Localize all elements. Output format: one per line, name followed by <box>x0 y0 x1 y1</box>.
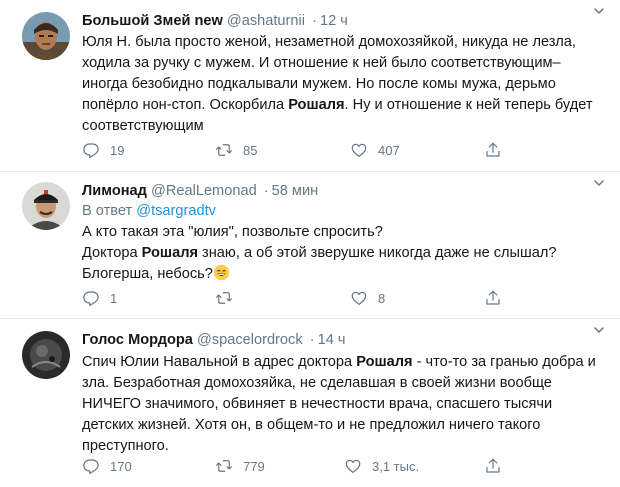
like-count: 3,1 тыс. <box>372 458 420 474</box>
like-icon <box>345 459 361 473</box>
caret-down-icon[interactable] <box>592 323 606 337</box>
share-button[interactable] <box>484 140 512 160</box>
grinning-emoji-icon <box>213 264 230 281</box>
like-count: 8 <box>378 290 386 306</box>
reply-icon <box>83 459 99 475</box>
tweet-text: Юля Н. была просто женой, незаметной дом… <box>82 34 593 134</box>
display-name[interactable]: Голос Мордора <box>82 332 193 348</box>
reply-button[interactable]: 19 <box>82 140 124 160</box>
like-button[interactable]: 3,1 тыс. <box>344 456 419 476</box>
separator-dot: · <box>309 332 315 348</box>
separator-dot: · <box>312 13 317 29</box>
retweet-icon <box>215 460 233 472</box>
avatar[interactable] <box>22 12 70 60</box>
share-button[interactable] <box>484 456 512 476</box>
caret-down-icon[interactable] <box>592 176 606 190</box>
display-name[interactable]: Большой Змей new <box>82 13 223 29</box>
reply-context: В ответ @tsargradtv <box>82 203 216 219</box>
share-icon <box>486 458 500 473</box>
reply-count: 170 <box>110 458 132 474</box>
timestamp[interactable]: 58 мин <box>272 183 319 199</box>
reply-to-link[interactable]: @tsargradtv <box>136 203 216 219</box>
retweet-icon <box>215 292 233 304</box>
tweet[interactable]: Голос Мордора @spacelordrock · 14 ч Спич … <box>0 319 620 487</box>
reply-icon <box>83 291 99 307</box>
tweet-text: А кто такая эта "юлия", позвольте спроси… <box>82 224 557 282</box>
like-count: 407 <box>378 142 400 158</box>
like-icon <box>351 143 367 157</box>
tweet[interactable]: Лимонад @RealLemonad · 58 мин В ответ @ts… <box>0 172 620 319</box>
timestamp[interactable]: 14 ч <box>318 332 346 348</box>
separator-dot: · <box>263 183 269 199</box>
share-button[interactable] <box>484 288 512 308</box>
retweet-icon <box>215 144 233 156</box>
caret-down-icon[interactable] <box>592 4 606 18</box>
share-icon <box>486 142 500 157</box>
reply-count: 1 <box>110 290 118 306</box>
reply-button[interactable]: 170 <box>82 456 132 476</box>
reply-button[interactable]: 1 <box>82 288 117 308</box>
display-name[interactable]: Лимонад <box>82 183 147 199</box>
reply-icon <box>83 143 99 159</box>
reply-count: 19 <box>110 142 125 158</box>
retweet-button[interactable]: 779 <box>215 456 265 476</box>
avatar[interactable] <box>22 331 70 379</box>
tweet[interactable]: Большой Змей new @ashaturnii · 12 ч Юля Н… <box>0 0 620 172</box>
tweet-text: Спич Юлии Навальной в адрес доктора Роша… <box>82 354 596 454</box>
like-button[interactable]: 407 <box>350 140 400 160</box>
like-icon <box>351 291 367 305</box>
user-handle[interactable]: @RealLemonad <box>151 183 257 199</box>
retweet-button[interactable] <box>215 288 243 308</box>
retweet-count: 85 <box>243 142 258 158</box>
user-handle[interactable]: @ashaturnii <box>227 13 305 29</box>
user-handle[interactable]: @spacelordrock <box>197 332 303 348</box>
retweet-count: 779 <box>243 458 265 474</box>
avatar[interactable] <box>22 182 70 230</box>
like-button[interactable]: 8 <box>350 288 385 308</box>
share-icon <box>486 290 500 305</box>
retweet-button[interactable]: 85 <box>215 140 257 160</box>
timestamp[interactable]: 12 ч <box>320 13 348 29</box>
